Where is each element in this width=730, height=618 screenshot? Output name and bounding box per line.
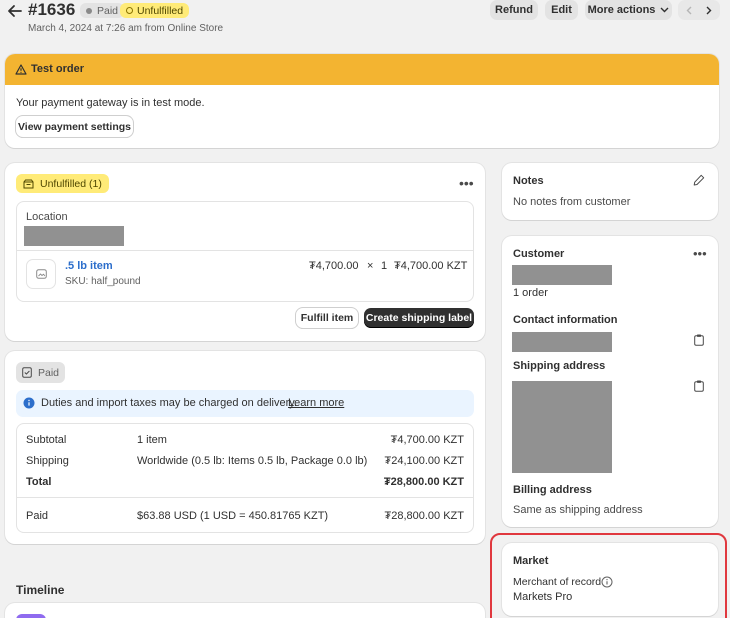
edit-button[interactable]: Edit	[545, 0, 578, 20]
contact-redacted	[512, 332, 612, 352]
item-sku: SKU: half_pound	[65, 276, 141, 287]
customer-title: Customer	[513, 248, 565, 260]
subtotal-amount: ₮4,700.00 KZT	[390, 434, 464, 446]
line-item-box: Location .5 lb item SKU: half_pound ₮4,7…	[16, 201, 474, 302]
refund-button[interactable]: Refund	[490, 0, 538, 20]
chevron-down-icon	[660, 4, 669, 16]
merchant-info-icon[interactable]	[601, 576, 613, 591]
times-sign: ×	[367, 260, 374, 272]
banner-header	[5, 54, 719, 85]
fulfill-item-button[interactable]: Fulfill item	[296, 308, 358, 328]
customer-orders: 1 order	[513, 287, 548, 299]
chevron-right-icon[interactable]	[699, 6, 719, 15]
shipping-amount: ₮24,100.00 KZT	[384, 455, 465, 467]
unfulfilled-badge-label: Unfulfilled	[137, 4, 184, 17]
unfulfilled-count-label: Unfulfilled (1)	[40, 177, 102, 190]
unit-price: ₮4,700.00	[309, 260, 359, 272]
customer-name-redacted	[512, 265, 612, 285]
product-thumbnail-icon	[26, 259, 56, 289]
merchant-of-record-value: Markets Pro	[513, 591, 573, 603]
shipping-copy-icon[interactable]	[694, 380, 704, 395]
notes-card: Notes No notes from customer	[502, 163, 718, 220]
shipping-detail: Worldwide (0.5 lb: Items 0.5 lb, Package…	[137, 455, 368, 467]
duties-notice: Duties and import taxes may be charged o…	[16, 390, 474, 417]
learn-more-link[interactable]: Learn more	[288, 397, 344, 409]
banner-title: Test order	[31, 63, 84, 75]
banner-message: Your payment gateway is in test mode.	[16, 97, 205, 109]
item-name-link[interactable]: .5 lb item	[65, 260, 113, 272]
payment-summary-table: Subtotal 1 item ₮4,700.00 KZT Shipping W…	[16, 423, 474, 533]
view-payment-settings-button[interactable]: View payment settings	[16, 116, 133, 137]
duties-notice-text: Duties and import taxes may be charged o…	[41, 397, 297, 409]
quantity: 1	[381, 260, 388, 272]
payment-card: Paid Duties and import taxes may be char…	[5, 351, 485, 544]
create-shipping-label-button[interactable]: Create shipping label	[364, 308, 474, 328]
line-item-divider	[17, 250, 473, 251]
paid-payment-label: Paid	[38, 366, 60, 379]
total-label: Total	[26, 476, 52, 488]
more-actions-button[interactable]: More actions	[585, 0, 672, 20]
pencil-edit-icon[interactable]	[693, 174, 705, 189]
paid-status-badge: Paid	[80, 3, 125, 18]
timeline-card	[5, 603, 485, 618]
status-ring-icon	[126, 7, 133, 14]
receipt-check-icon	[22, 367, 32, 378]
subtotal-label: Subtotal	[26, 434, 67, 446]
subtotal-detail: 1 item	[137, 434, 167, 446]
customer-menu-icon[interactable]: •••	[693, 246, 707, 261]
unfulfilled-status-badge: Unfulfilled	[120, 3, 190, 18]
billing-address-title: Billing address	[513, 484, 592, 496]
location-redacted	[24, 226, 124, 246]
customer-card: Customer ••• 1 order Contact information…	[502, 236, 718, 527]
paid-payment-badge: Paid	[16, 362, 66, 383]
order-subtitle: March 4, 2024 at 7:26 am from Online Sto…	[28, 23, 224, 34]
fulfillment-menu-icon[interactable]: •••	[459, 175, 474, 191]
paid-detail: $63.88 USD (1 USD = 450.81765 KZT)	[137, 510, 329, 522]
test-order-banner: Test order Your payment gateway is in te…	[5, 54, 719, 148]
chevron-left-icon[interactable]	[679, 6, 699, 15]
paid-label: Paid	[26, 510, 49, 522]
location-label: Location	[26, 211, 68, 223]
merchant-of-record-label: Merchant of record	[513, 576, 602, 588]
order-number: #1636	[28, 0, 76, 19]
contact-copy-icon[interactable]	[694, 334, 704, 349]
notes-title: Notes	[513, 175, 544, 187]
more-actions-label: More actions	[587, 4, 656, 16]
market-title: Market	[513, 555, 549, 567]
status-dot-icon	[86, 7, 92, 14]
shipping-address-title: Shipping address	[513, 360, 606, 372]
notes-text: No notes from customer	[513, 196, 631, 208]
shipping-address-redacted	[512, 381, 612, 473]
unfulfilled-count-badge: Unfulfilled (1)	[16, 174, 109, 193]
fulfillment-box-icon	[23, 179, 34, 189]
back-arrow-icon[interactable]	[6, 3, 24, 19]
timeline-title: Timeline	[16, 583, 65, 597]
pagination-group	[678, 0, 720, 20]
market-card: Market Merchant of record Markets Pro	[502, 543, 718, 616]
shipping-label: Shipping	[26, 455, 69, 467]
paid-amount: ₮28,800.00 KZT	[384, 510, 465, 522]
warning-icon	[15, 64, 27, 78]
paid-badge-label: Paid	[97, 4, 119, 17]
billing-address-text: Same as shipping address	[513, 504, 643, 516]
payment-divider	[17, 497, 473, 498]
timeline-avatar	[16, 614, 46, 618]
contact-information-title: Contact information	[513, 314, 618, 326]
info-circle-icon	[23, 397, 35, 412]
fulfillment-card: Unfulfilled (1) ••• Location .5 lb item …	[5, 163, 485, 341]
total-amount: ₮28,800.00 KZT	[383, 476, 464, 488]
line-total: ₮4,700.00 KZT	[394, 260, 468, 272]
